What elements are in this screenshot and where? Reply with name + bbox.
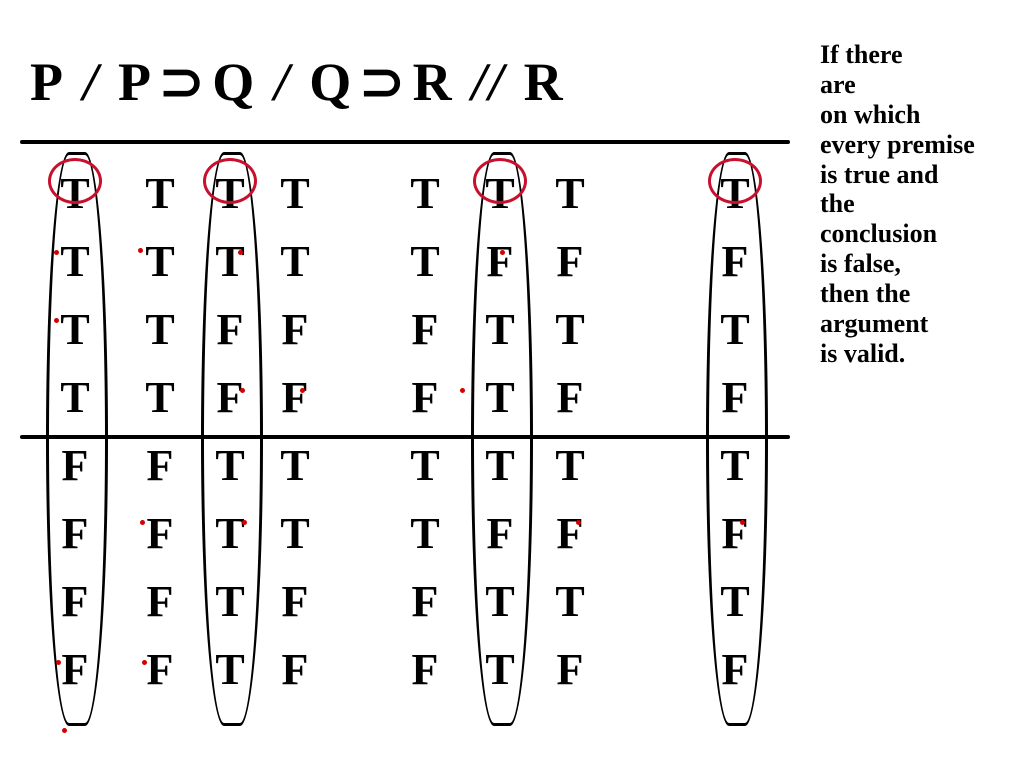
cell: T xyxy=(400,500,450,568)
cell: T xyxy=(270,432,320,500)
column-ring xyxy=(201,152,263,726)
cell: T xyxy=(135,160,185,228)
column-Q_left: TTFFTTFF xyxy=(400,160,450,704)
cell: F xyxy=(270,568,320,636)
header-token: Q xyxy=(212,52,256,112)
cell: T xyxy=(400,432,450,500)
red-dot xyxy=(238,250,243,255)
cell: F xyxy=(400,568,450,636)
column-Q_right: TTFFTTFF xyxy=(270,160,320,704)
cell: F xyxy=(135,500,185,568)
column-R_right: TFTFTFTF xyxy=(545,160,595,704)
cell: F xyxy=(135,432,185,500)
red-dot xyxy=(140,520,145,525)
header-token: / xyxy=(83,52,100,112)
header-token: P xyxy=(30,52,65,112)
cell: F xyxy=(545,500,595,568)
cell: T xyxy=(270,500,320,568)
note-line: If there xyxy=(820,40,903,69)
cell-highlight-circle xyxy=(203,158,257,204)
red-dot xyxy=(500,250,505,255)
header-token: P xyxy=(118,52,153,112)
note-line: is false, xyxy=(820,249,901,278)
cell: F xyxy=(545,228,595,296)
note-line: every premise xyxy=(820,130,975,159)
side-note: If thereare no lineson whichevery premis… xyxy=(820,40,1020,369)
header-token: ⊃ xyxy=(359,52,406,112)
cell: T xyxy=(270,160,320,228)
red-dot xyxy=(740,520,745,525)
red-dot xyxy=(56,660,61,665)
note-line: argument xyxy=(820,309,928,338)
cell: F xyxy=(545,364,595,432)
header-token: // xyxy=(472,52,506,112)
rule-top xyxy=(20,140,790,144)
cell: T xyxy=(545,160,595,228)
red-dot xyxy=(142,660,147,665)
red-dot xyxy=(300,388,305,393)
cell: F xyxy=(135,568,185,636)
cell: T xyxy=(545,296,595,364)
header-expression: P/P⊃Q/Q⊃R//R xyxy=(30,50,565,113)
header-token: Q xyxy=(309,52,353,112)
note-line: is true and xyxy=(820,160,938,189)
column-P_right: TTTTFFFF xyxy=(135,160,185,704)
note-line: the xyxy=(820,189,855,218)
red-dot xyxy=(576,520,581,525)
cell: F xyxy=(400,364,450,432)
column-ring xyxy=(46,152,108,726)
header-token: R xyxy=(413,52,454,112)
note-line: is valid. xyxy=(820,339,905,368)
cell: F xyxy=(135,636,185,704)
column-ring xyxy=(706,152,768,726)
note-line: on which xyxy=(820,100,920,129)
cell-highlight-circle xyxy=(473,158,527,204)
cell: T xyxy=(400,160,450,228)
truth-table-diagram: P/P⊃Q/Q⊃R//R TTTTFFFFTTTTFFFFTTFFTTTTTTF… xyxy=(0,0,1024,768)
cell: F xyxy=(270,636,320,704)
red-dot xyxy=(242,520,247,525)
cell: F xyxy=(270,364,320,432)
cell-highlight-circle xyxy=(48,158,102,204)
cell: T xyxy=(545,568,595,636)
red-dot xyxy=(62,728,67,733)
cell: T xyxy=(270,228,320,296)
header-token: / xyxy=(274,52,291,112)
note-line: are xyxy=(820,70,856,99)
cell: T xyxy=(135,228,185,296)
red-dot xyxy=(138,248,143,253)
red-dot xyxy=(54,318,59,323)
cell: F xyxy=(400,636,450,704)
header-token: R xyxy=(524,52,565,112)
cell: T xyxy=(400,228,450,296)
note-line: then the xyxy=(820,279,910,308)
cell: T xyxy=(135,364,185,432)
column-ring xyxy=(471,152,533,726)
cell: F xyxy=(400,296,450,364)
red-dot xyxy=(54,250,59,255)
red-dot xyxy=(460,388,465,393)
cell: F xyxy=(545,636,595,704)
note-line: conclusion xyxy=(820,219,937,248)
red-dot xyxy=(240,388,245,393)
cell: T xyxy=(135,296,185,364)
cell: F xyxy=(270,296,320,364)
cell-highlight-circle xyxy=(708,158,762,204)
header-token: ⊃ xyxy=(159,52,206,112)
cell: T xyxy=(545,432,595,500)
